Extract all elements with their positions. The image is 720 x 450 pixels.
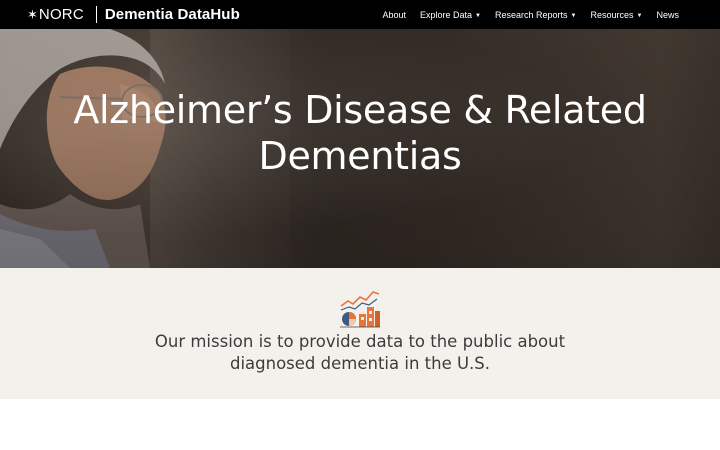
mission-statement: Our mission is to provide data to the pu… (110, 331, 610, 375)
chevron-down-icon: ▼ (636, 12, 643, 19)
chevron-down-icon: ▼ (475, 12, 481, 19)
nav-item-label: About (382, 9, 407, 20)
norc-logo[interactable]: ✶ NORC (27, 6, 84, 23)
hero-title-line1: Alzheimer’s Disease & Related (73, 88, 647, 132)
hero-title: Alzheimer’s Disease & Related Dementias (60, 87, 660, 179)
site-brand[interactable]: ✶ NORC Dementia DataHub (0, 0, 240, 29)
nav-item-label: Research Reports (495, 9, 568, 20)
nav-item-label: Resources (590, 9, 634, 20)
chevron-down-icon: ▼ (570, 12, 577, 19)
brand-divider (95, 6, 97, 23)
mission-line1: Our mission is to provide data to the pu… (154, 332, 566, 351)
nav-item-explore-data[interactable]: Explore Data ▼ (420, 10, 481, 20)
nav-item-news[interactable]: News (656, 10, 679, 20)
mission-line2: diagnosed dementia in the U.S. (229, 354, 491, 373)
site-title[interactable]: Dementia DataHub (105, 6, 240, 23)
data-chart-illustration-icon (340, 291, 380, 328)
nav-item-resources[interactable]: Resources ▼ (591, 10, 643, 20)
main-nav: About Explore Data ▼ Research Reports ▼ … (382, 0, 679, 29)
top-navigation-bar: ✶ NORC Dementia DataHub About Explore Da… (0, 0, 720, 29)
hero-title-line2: Dementias (258, 134, 462, 178)
nav-item-research-reports[interactable]: Research Reports ▼ (495, 10, 577, 20)
hero-banner: Alzheimer’s Disease & Related Dementias (0, 29, 720, 268)
norc-logo-text: NORC (38, 6, 84, 23)
nav-item-label: Explore Data (420, 9, 473, 20)
norc-star-icon: ✶ (27, 7, 38, 22)
nav-item-about[interactable]: About (382, 10, 406, 20)
nav-item-label: News (656, 9, 679, 20)
